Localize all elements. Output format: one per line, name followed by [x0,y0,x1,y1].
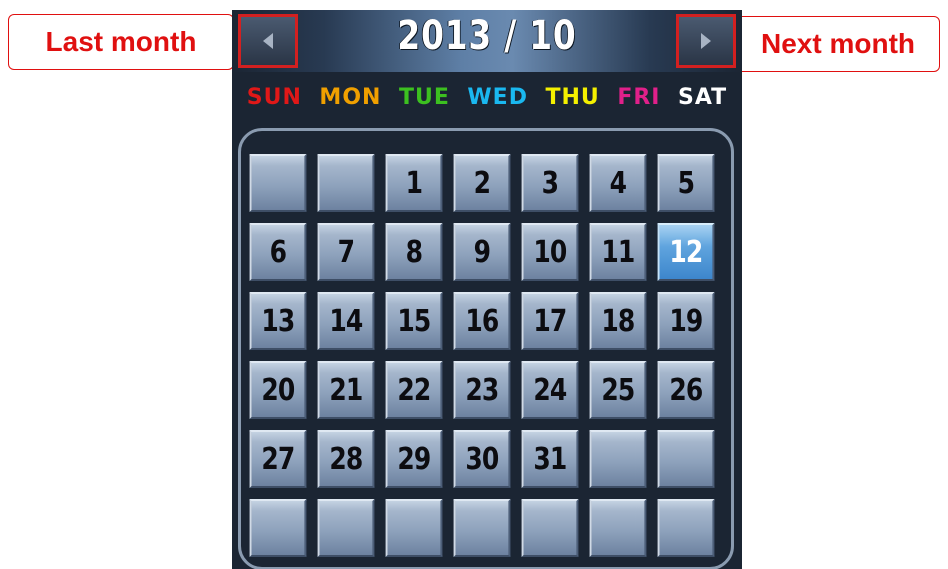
day-cell-21[interactable]: 21 [317,361,375,419]
day-cell-23[interactable]: 23 [453,361,511,419]
day-number: 27 [261,441,295,477]
weekday-sat: SAT [678,85,728,110]
day-number: 13 [261,303,295,339]
day-cell-3[interactable]: 3 [521,154,579,212]
day-number: 14 [329,303,363,339]
day-cell-29[interactable]: 29 [385,430,443,488]
day-number: 19 [669,303,703,339]
day-grid: 1 2 3 4 5 6 7 8 9 10 11 12 13 14 15 16 17 18 19 20 21 22 23 24 2… [249,154,715,557]
day-cell-12[interactable]: 12 [657,223,715,281]
day-number: 16 [465,303,499,339]
day-cell-4[interactable]: 4 [589,154,647,212]
day-number: 25 [601,372,635,408]
empty-day-cell[interactable] [657,430,715,488]
next-month-callout: Next month [736,16,940,72]
empty-day-cell[interactable] [317,499,375,557]
day-number: 10 [533,234,567,270]
calendar-header: 2013 / 10 [232,10,742,72]
day-cell-2[interactable]: 2 [453,154,511,212]
day-number: 2 [473,165,491,201]
weekday-sun: SUN [246,85,302,110]
day-cell-24[interactable]: 24 [521,361,579,419]
day-number: 15 [397,303,431,339]
day-cell-16[interactable]: 16 [453,292,511,350]
day-cell-1[interactable]: 1 [385,154,443,212]
chevron-right-icon [701,33,711,49]
day-number: 31 [533,441,567,477]
empty-day-cell[interactable] [521,499,579,557]
weekday-thu: THU [545,85,600,110]
screenshot-stage: Last month Next month 2013 / 10 SUN MON TU… [0,0,948,569]
month-title: 2013 / 10 [397,13,577,59]
day-number: 29 [397,441,431,477]
empty-day-cell[interactable] [317,154,375,212]
day-cell-15[interactable]: 15 [385,292,443,350]
day-cell-11[interactable]: 11 [589,223,647,281]
day-cell-13[interactable]: 13 [249,292,307,350]
day-cell-9[interactable]: 9 [453,223,511,281]
weekday-mon: MON [319,85,382,110]
day-number: 23 [465,372,499,408]
day-cell-19[interactable]: 19 [657,292,715,350]
day-number: 21 [329,372,363,408]
day-cell-5[interactable]: 5 [657,154,715,212]
day-number: 4 [609,165,627,201]
day-cell-10[interactable]: 10 [521,223,579,281]
day-number: 3 [541,165,559,201]
day-number: 6 [269,234,287,270]
empty-day-cell[interactable] [385,499,443,557]
last-month-callout-label: Last month [45,26,197,57]
day-number: 17 [533,303,567,339]
day-number: 8 [405,234,423,270]
last-month-callout: Last month [8,14,234,70]
empty-day-cell[interactable] [249,154,307,212]
calendar-widget: 2013 / 10 SUN MON TUE WED THU FRI SAT 12345678… [232,10,742,569]
empty-day-cell[interactable] [249,499,307,557]
day-cell-6[interactable]: 6 [249,223,307,281]
day-number: 26 [669,372,703,408]
day-number: 7 [337,234,355,270]
weekday-tue: TUE [398,85,450,110]
day-cell-8[interactable]: 8 [385,223,443,281]
empty-day-cell[interactable] [589,430,647,488]
day-number: 5 [677,165,695,201]
day-cell-26[interactable]: 26 [657,361,715,419]
day-cell-20[interactable]: 20 [249,361,307,419]
day-number: 18 [601,303,635,339]
day-cell-22[interactable]: 22 [385,361,443,419]
day-number: 24 [533,372,567,408]
empty-day-cell[interactable] [453,499,511,557]
day-cell-30[interactable]: 30 [453,430,511,488]
day-cell-31[interactable]: 31 [521,430,579,488]
weekday-fri: FRI [617,85,661,110]
day-number: 28 [329,441,363,477]
day-number: 11 [601,234,635,270]
day-number: 30 [465,441,499,477]
day-cell-28[interactable]: 28 [317,430,375,488]
day-cell-25[interactable]: 25 [589,361,647,419]
chevron-left-icon [263,33,273,49]
empty-day-cell[interactable] [589,499,647,557]
day-number: 20 [261,372,295,408]
weekday-header-row: SUN MON TUE WED THU FRI SAT [232,80,742,116]
day-number: 22 [397,372,431,408]
weekday-wed: WED [467,85,528,110]
empty-day-cell[interactable] [657,499,715,557]
day-cell-7[interactable]: 7 [317,223,375,281]
day-number: 12 [669,234,703,270]
day-cell-14[interactable]: 14 [317,292,375,350]
day-cell-27[interactable]: 27 [249,430,307,488]
next-month-button[interactable] [676,14,736,68]
day-number: 1 [405,165,423,201]
day-number: 9 [473,234,491,270]
day-cell-18[interactable]: 18 [589,292,647,350]
next-month-callout-label: Next month [761,28,915,59]
day-cell-17[interactable]: 17 [521,292,579,350]
